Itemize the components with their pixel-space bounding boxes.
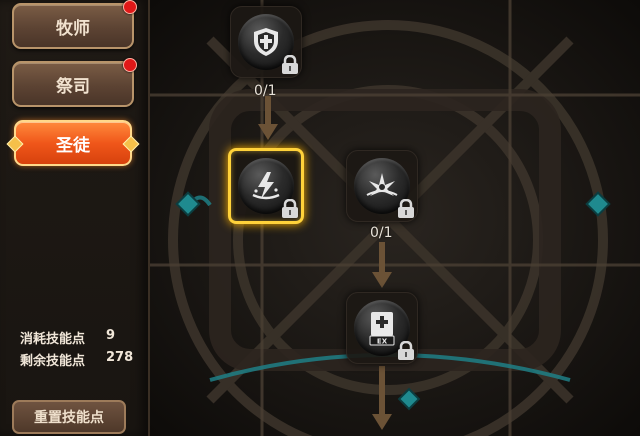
remaining-points-value: 278	[106, 350, 134, 365]
skill-tree: 0/1 0/1 EX	[150, 0, 640, 436]
lock-icon	[282, 199, 298, 218]
remaining-points-row: 剩余技能点 278	[20, 350, 133, 369]
class-tab-label: 圣徒	[56, 135, 90, 156]
shield-cross-icon	[254, 28, 278, 56]
class-sidebar: 牧师 祭司 圣徒 消耗技能点 9 剩余技能点 278 重置技能点	[0, 0, 150, 436]
connector-arrow	[372, 242, 392, 288]
class-tab-high-priest[interactable]: 祭司	[12, 58, 137, 107]
skill-node-ex[interactable]: EX	[346, 292, 418, 364]
lightning-bolt-icon	[252, 172, 280, 200]
connector-arrow	[258, 96, 278, 140]
class-tab-label: 牧师	[56, 18, 90, 39]
diamond-icon	[6, 135, 24, 153]
skill-node-shield[interactable]	[230, 6, 302, 78]
notification-dot	[123, 0, 137, 14]
class-tab-priest[interactable]: 牧师	[12, 0, 137, 49]
lock-icon	[282, 55, 298, 74]
skill-node-lightning[interactable]	[228, 148, 304, 224]
consumed-points-row: 消耗技能点 9	[20, 328, 115, 347]
remaining-points-label: 剩余技能点	[20, 354, 86, 369]
reset-skill-points-button[interactable]: 重置技能点	[12, 400, 126, 434]
holy-burst-icon	[366, 173, 398, 196]
connector-arrow	[372, 366, 392, 430]
lock-icon	[398, 199, 414, 218]
ex-badge-text: EX	[377, 338, 388, 346]
skill-level-shield: 0/1	[254, 83, 277, 99]
consumed-points-label: 消耗技能点	[20, 332, 86, 347]
ex-book-icon: EX	[369, 312, 395, 346]
diamond-icon	[122, 135, 140, 153]
class-tab-label: 祭司	[56, 76, 90, 97]
lock-icon	[398, 341, 414, 360]
skill-level-burst: 0/1	[370, 225, 393, 241]
skill-node-holy-burst[interactable]	[346, 150, 418, 222]
class-tab-saint[interactable]: 圣徒	[6, 120, 140, 166]
notification-dot	[123, 58, 137, 72]
reset-button-label: 重置技能点	[34, 410, 104, 426]
consumed-points-value: 9	[106, 328, 116, 343]
